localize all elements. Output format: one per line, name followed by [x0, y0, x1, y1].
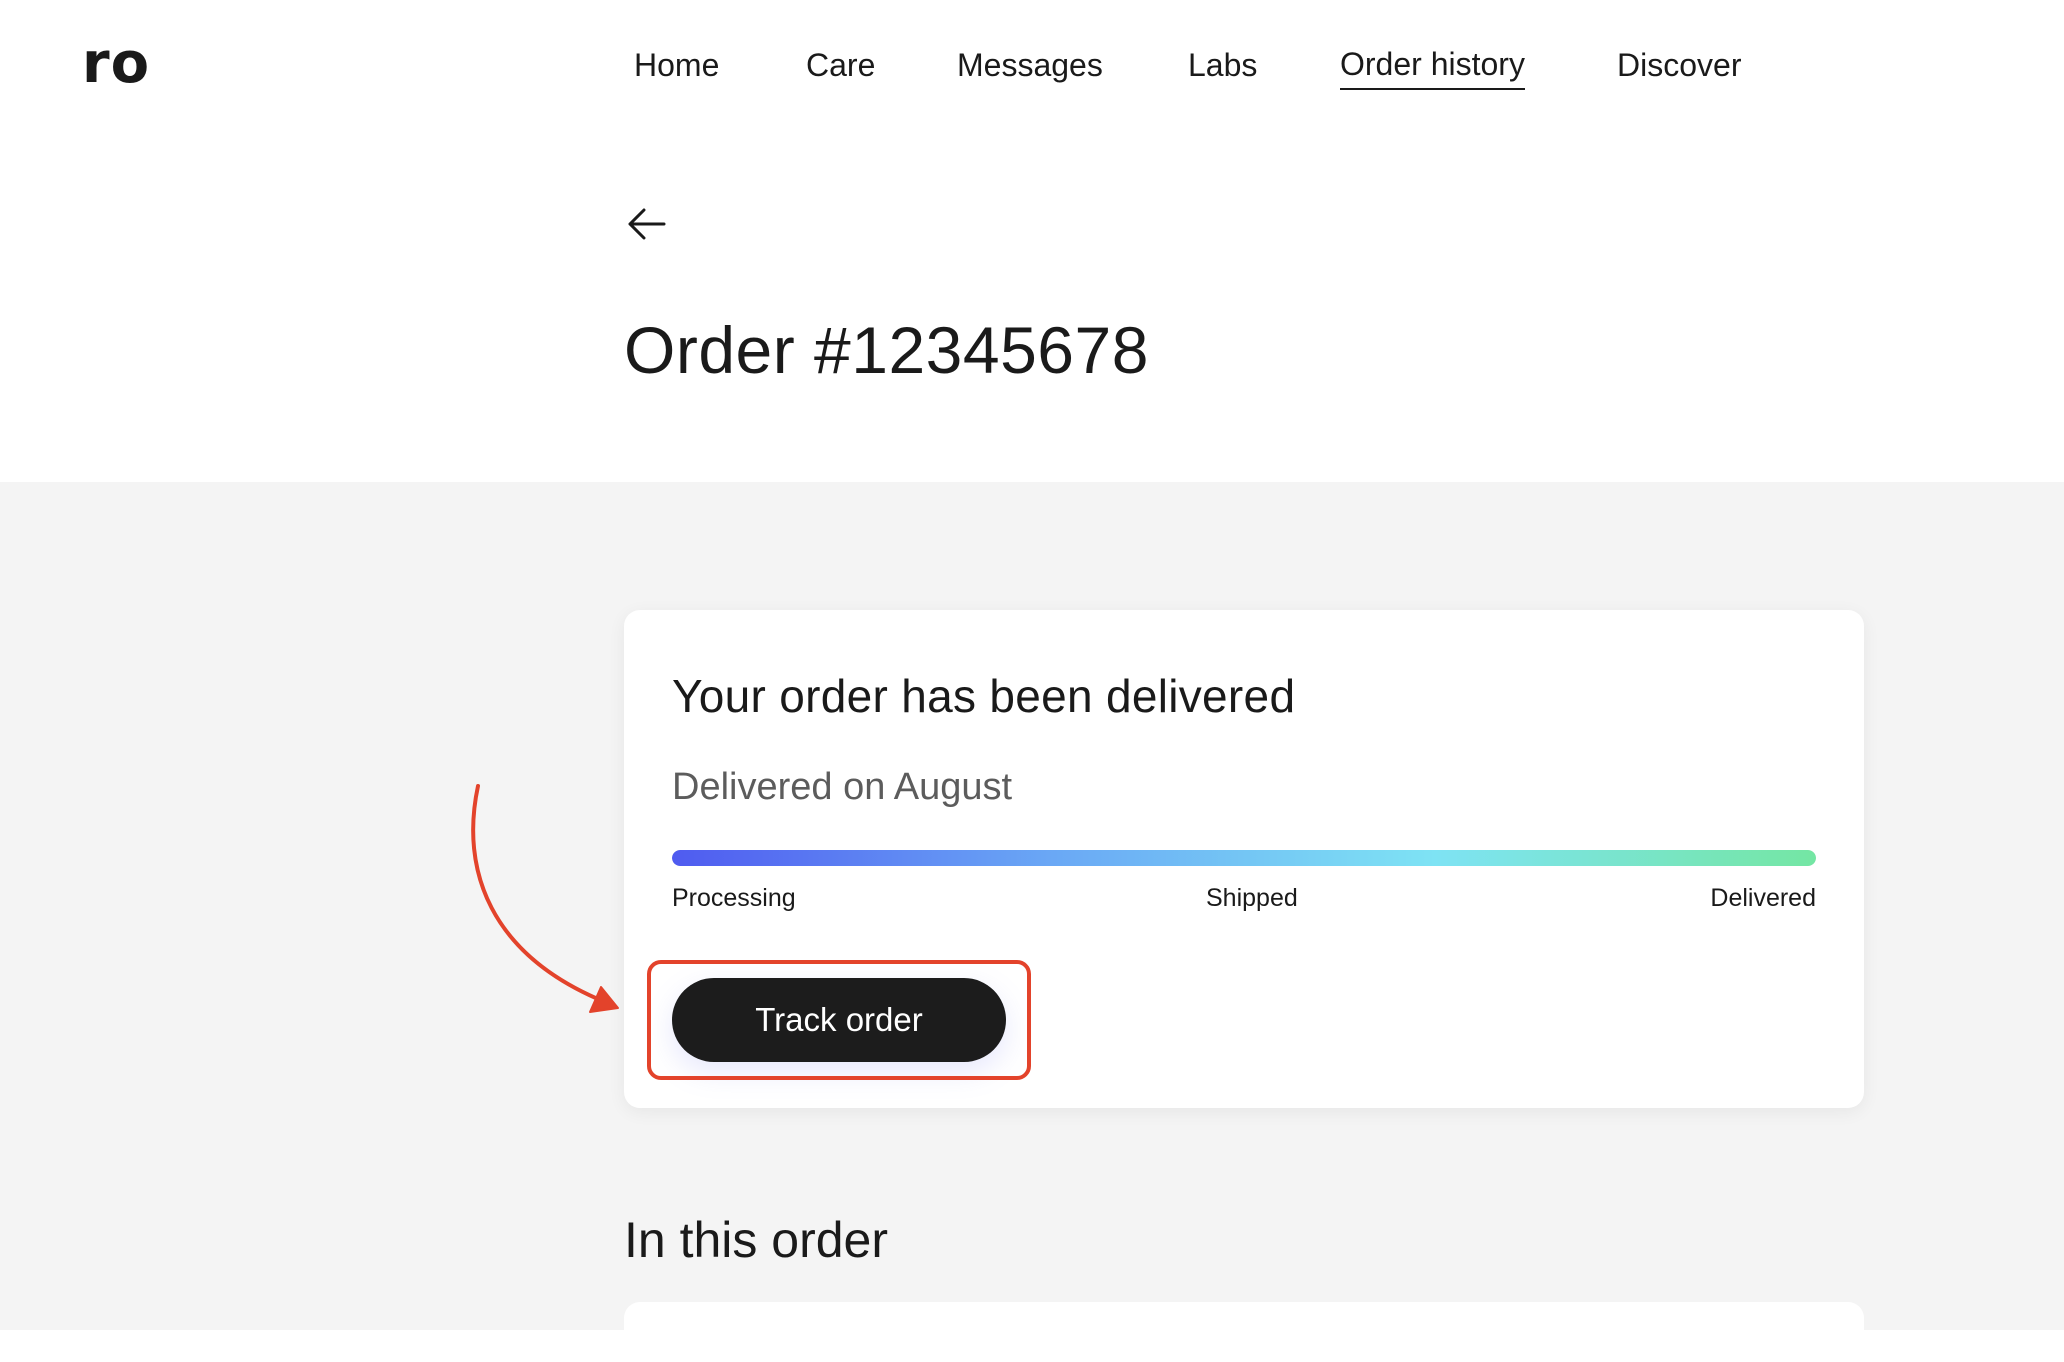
- step-delivered: Delivered: [1710, 884, 1816, 912]
- order-status-card: Your order has been delivered Delivered …: [624, 610, 1864, 1108]
- nav-item-messages[interactable]: Messages: [957, 40, 1103, 90]
- delivery-date: Delivered on August: [672, 766, 1013, 808]
- ro-logo[interactable]: ro: [82, 28, 150, 100]
- nav-item-order-history[interactable]: Order history: [1340, 40, 1525, 90]
- nav-item-discover[interactable]: Discover: [1617, 40, 1741, 90]
- progress-fill: [672, 850, 1816, 866]
- nav-item-care[interactable]: Care: [806, 40, 875, 90]
- back-button[interactable]: [624, 200, 672, 248]
- status-title: Your order has been delivered: [672, 670, 1296, 722]
- arrow-left-icon: [628, 208, 666, 240]
- nav-item-labs[interactable]: Labs: [1188, 40, 1257, 90]
- order-progress-bar: [672, 850, 1816, 866]
- step-shipped: Shipped: [1206, 884, 1298, 912]
- order-items-card: [624, 1302, 1864, 1362]
- in-this-order-heading: In this order: [624, 1212, 889, 1268]
- nav-item-home[interactable]: Home: [634, 40, 719, 90]
- track-order-button[interactable]: Track order: [672, 978, 1006, 1062]
- header: ro Home Care Messages Labs Order history…: [0, 0, 2064, 480]
- page-title: Order #12345678: [624, 313, 1149, 387]
- step-processing: Processing: [672, 884, 796, 912]
